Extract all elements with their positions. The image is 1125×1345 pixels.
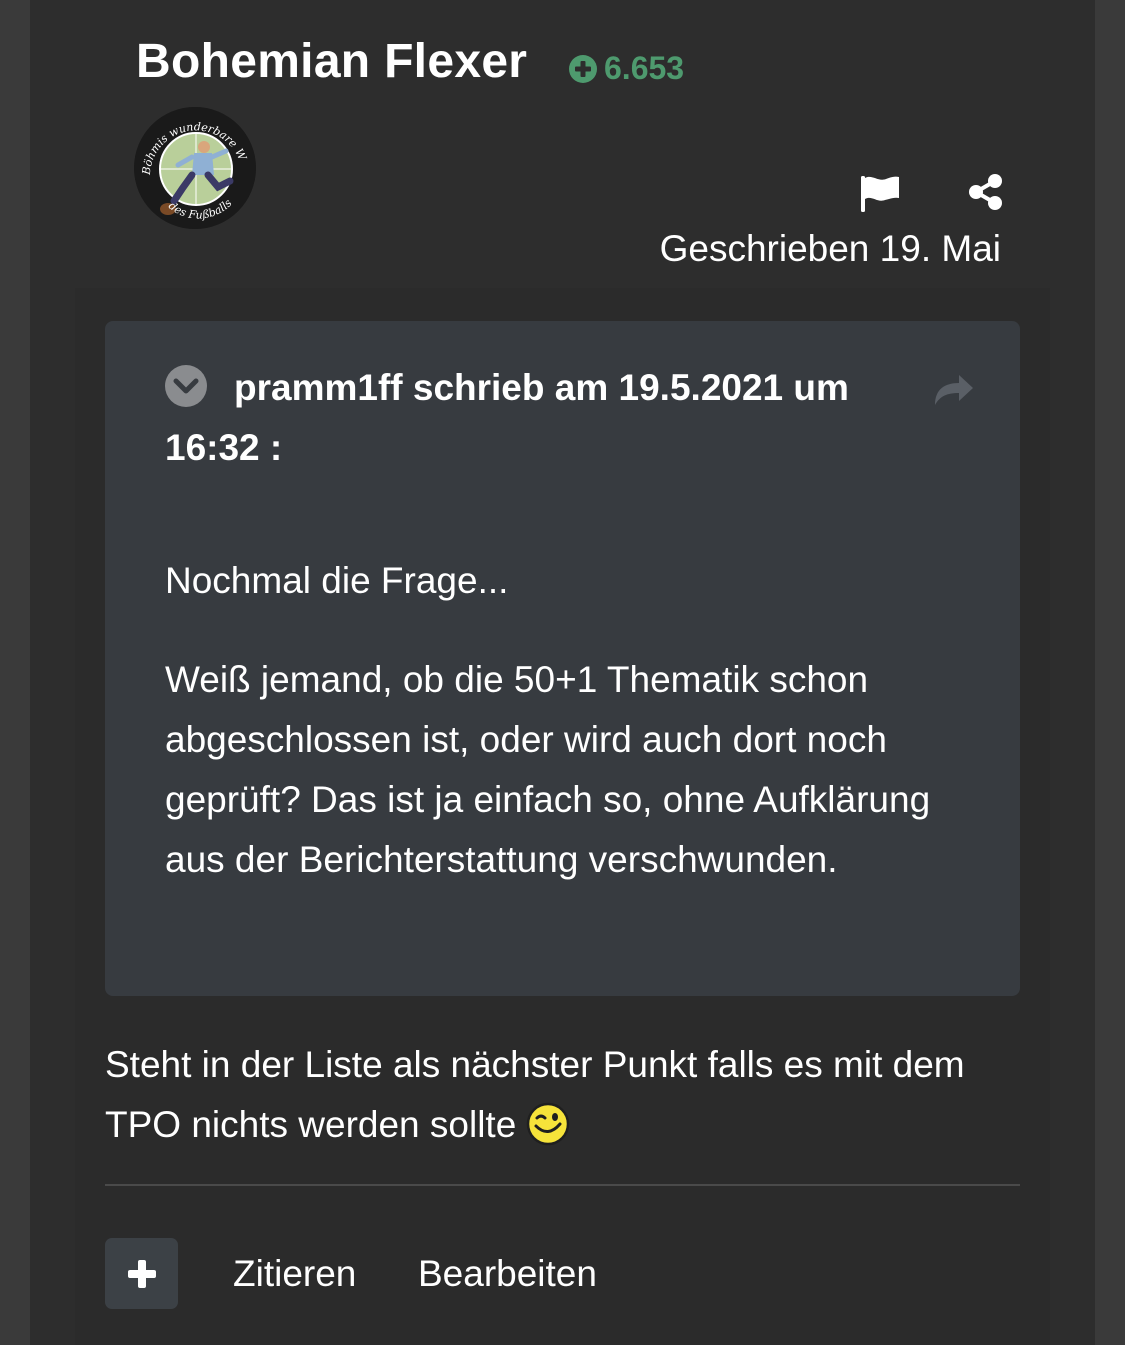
quote-citation: pramm1ff schrieb am 19.5.2021 um 16:32 :: [165, 367, 849, 468]
edit-button[interactable]: Bearbeiten: [418, 1246, 597, 1302]
post-container: Bohemian Flexer 6.653 Böhmis wunderbare …: [30, 0, 1095, 1345]
quote-body: Nochmal die Frage... Weiß jemand, ob die…: [165, 551, 985, 929]
quote-block: pramm1ff schrieb am 19.5.2021 um 16:32 :…: [105, 321, 1020, 996]
reply-text: Steht in der Liste als nächster Punkt fa…: [105, 1035, 1035, 1155]
plus-circle-icon: [569, 54, 597, 83]
divider: [105, 1184, 1020, 1186]
add-reaction-button[interactable]: [105, 1238, 178, 1309]
football-player-avatar-icon: Böhmis wunderbare Welt des Fußballs: [134, 107, 256, 229]
share-icon[interactable]: [966, 172, 1006, 212]
post-date[interactable]: Geschrieben 19. Mai: [660, 228, 1001, 270]
flag-icon[interactable]: [858, 172, 902, 214]
quote-paragraph: Nochmal die Frage...: [165, 560, 509, 601]
reputation-value: 6.653: [604, 50, 685, 86]
quote-button[interactable]: Zitieren: [233, 1246, 356, 1302]
quote-paragraph: Weiß jemand, ob die 50+1 Thematik schon …: [165, 659, 931, 880]
plus-icon: [127, 1259, 156, 1288]
reputation-badge: 6.653: [568, 50, 684, 87]
author-name[interactable]: Bohemian Flexer: [136, 34, 527, 89]
post-content: pramm1ff schrieb am 19.5.2021 um 16:32 :…: [75, 288, 1050, 1345]
share-arrow-icon[interactable]: [931, 369, 975, 409]
avatar[interactable]: Böhmis wunderbare Welt des Fußballs: [134, 107, 256, 229]
wink-smiley-icon: [527, 1102, 570, 1146]
